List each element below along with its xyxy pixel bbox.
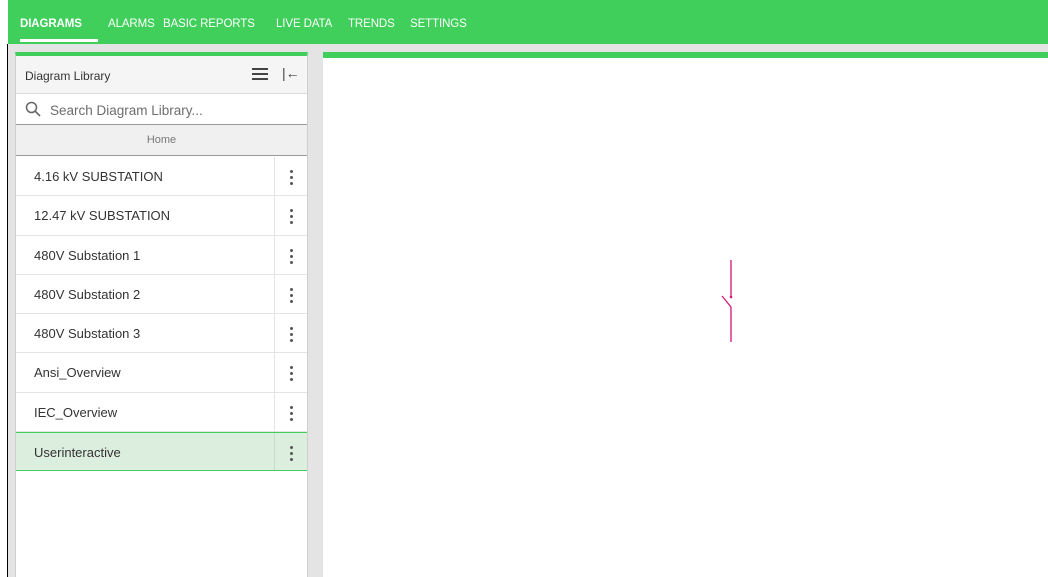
- open-switch-symbol[interactable]: [323, 58, 1048, 577]
- list-item-label: IEC_Overview: [34, 404, 118, 420]
- hamburger-menu-icon[interactable]: [252, 68, 268, 80]
- tab-basic-reports[interactable]: BASIC REPORTS: [163, 18, 255, 30]
- more-options-icon[interactable]: [275, 157, 307, 195]
- more-options-icon[interactable]: [275, 433, 307, 470]
- list-item[interactable]: Ansi_Overview: [16, 353, 307, 393]
- list-item-selected[interactable]: Userinteractive: [16, 432, 307, 472]
- tab-diagrams[interactable]: DIAGRAMS: [20, 18, 82, 30]
- list-item-label: 480V Substation 3: [34, 326, 141, 342]
- active-tab-indicator: [20, 39, 98, 42]
- list-item-label: 480V Substation 1: [34, 247, 141, 263]
- more-options-icon[interactable]: [275, 236, 307, 274]
- window-border: [7, 44, 8, 577]
- list-item[interactable]: 480V Substation 3: [16, 314, 307, 354]
- list-item[interactable]: 480V Substation 1: [16, 235, 307, 275]
- tab-trends[interactable]: TRENDS: [348, 18, 395, 30]
- diagram-library-panel: Diagram Library |← Home 4.16 kV SUBSTATI…: [15, 52, 308, 577]
- list-item-label: Ansi_Overview: [34, 365, 121, 381]
- diagram-list: 4.16 kV SUBSTATION 12.47 kV SUBSTATION 4…: [16, 157, 307, 472]
- list-item[interactable]: 4.16 kV SUBSTATION: [16, 157, 307, 197]
- collapse-left-icon[interactable]: |←: [282, 65, 300, 81]
- tab-alarms[interactable]: ALARMS: [108, 18, 155, 30]
- list-item-label: 4.16 kV SUBSTATION: [34, 169, 163, 184]
- tab-live-data[interactable]: LIVE DATA: [276, 18, 332, 30]
- list-item-label: 480V Substation 2: [34, 286, 141, 302]
- list-item[interactable]: 480V Substation 2: [16, 274, 307, 315]
- search-input[interactable]: [50, 99, 300, 121]
- search-icon: [25, 101, 41, 117]
- panel-header: Diagram Library |←: [16, 56, 307, 94]
- panel-title: Diagram Library: [25, 69, 111, 83]
- more-options-icon[interactable]: [275, 314, 307, 352]
- tab-settings[interactable]: SETTINGS: [410, 18, 467, 30]
- list-item[interactable]: IEC_Overview: [16, 392, 307, 433]
- more-options-icon[interactable]: [275, 393, 307, 431]
- list-item-label: Userinteractive: [34, 445, 121, 461]
- folder-label: Home: [146, 134, 177, 146]
- more-options-icon[interactable]: [275, 196, 307, 234]
- list-item[interactable]: 12.47 kV SUBSTATION: [16, 196, 307, 236]
- top-navigation-bar: DIAGRAMS ALARMS BASIC REPORTS LIVE DATA …: [8, 0, 1048, 44]
- more-options-icon[interactable]: [275, 353, 307, 391]
- more-options-icon[interactable]: [275, 275, 307, 313]
- diagram-canvas[interactable]: [323, 52, 1048, 577]
- folder-breadcrumb[interactable]: Home: [16, 125, 307, 156]
- list-item-label: 12.47 kV SUBSTATION: [34, 208, 171, 224]
- search-bar: [16, 94, 307, 125]
